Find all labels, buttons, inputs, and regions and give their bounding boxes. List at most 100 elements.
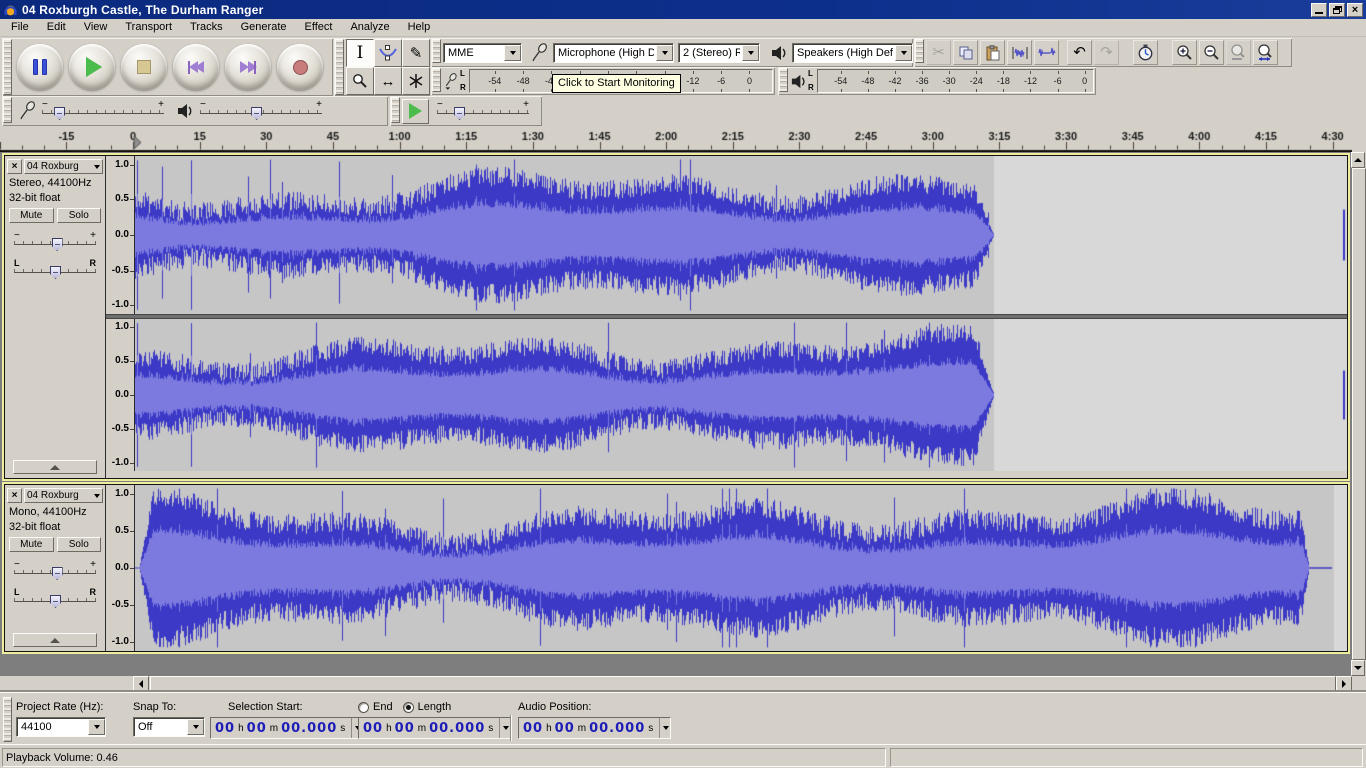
redo-button[interactable]: ↷: [1094, 40, 1119, 65]
mute-button[interactable]: Mute: [9, 208, 54, 223]
play-speed-slider[interactable]: −+: [437, 100, 529, 122]
dropdown-icon[interactable]: [656, 45, 673, 61]
minimize-button[interactable]: [1311, 3, 1327, 17]
horizontal-scroll-thumb[interactable]: [150, 676, 1336, 692]
track-gain-thumb[interactable]: [52, 238, 63, 251]
vertical-scrollbar[interactable]: [1352, 152, 1366, 676]
menu-help[interactable]: Help: [399, 19, 440, 36]
horizontal-scrollbar[interactable]: [0, 676, 1366, 692]
device-toolbar-grabber[interactable]: [432, 39, 441, 63]
waveform-mono[interactable]: [135, 485, 1347, 651]
track-gain-thumb[interactable]: [52, 567, 63, 580]
cut-button[interactable]: ✂: [926, 40, 951, 65]
time-format-dropdown[interactable]: [499, 718, 509, 738]
skip-end-button[interactable]: [225, 44, 271, 90]
scroll-right-button[interactable]: [1336, 676, 1352, 692]
playback-meter-grabber[interactable]: [779, 68, 788, 92]
scroll-down-button[interactable]: [1351, 660, 1365, 676]
track-collapse-button[interactable]: [13, 633, 97, 647]
track-collapse-button[interactable]: [13, 460, 97, 474]
recording-volume-slider[interactable]: −+: [42, 100, 164, 122]
selection-tool-button[interactable]: I: [346, 39, 374, 67]
play-button[interactable]: [69, 44, 115, 90]
solo-button[interactable]: Solo: [57, 208, 102, 223]
multi-tool-button[interactable]: [402, 67, 430, 95]
record-button[interactable]: [277, 44, 323, 90]
timer-button[interactable]: [1133, 40, 1158, 65]
solo-button[interactable]: Solo: [57, 537, 102, 552]
mixer-toolbar-grabber[interactable]: [3, 97, 12, 123]
track-pan-thumb[interactable]: [50, 595, 61, 608]
timeline-ruler[interactable]: [0, 127, 1352, 152]
zoom-selection-button[interactable]: [1226, 40, 1251, 65]
paste-button[interactable]: [980, 40, 1005, 65]
waveform-stereo-right[interactable]: [135, 319, 1347, 471]
track-close-button[interactable]: ×: [7, 488, 22, 503]
selection-start-field[interactable]: 00h00m00.000s: [210, 717, 363, 739]
waveform-stereo-left[interactable]: [135, 156, 1347, 314]
undo-button[interactable]: ↶: [1067, 40, 1092, 65]
track-gain-slider[interactable]: −+: [14, 231, 96, 253]
transcription-toolbar-grabber[interactable]: [391, 97, 400, 123]
recording-volume-thumb[interactable]: [54, 107, 65, 120]
time-format-dropdown[interactable]: [659, 718, 669, 738]
end-radio[interactable]: [358, 702, 369, 713]
draw-tool-button[interactable]: ✎: [402, 39, 430, 67]
dropdown-icon[interactable]: [895, 45, 912, 61]
scroll-up-button[interactable]: [1351, 152, 1365, 168]
playback-meter[interactable]: -54-48-42-36-30-24-18-12-60: [817, 69, 1094, 93]
recording-channels-select[interactable]: 2 (Stereo) Rе: [678, 43, 760, 63]
dropdown-icon[interactable]: [742, 45, 759, 61]
playback-volume-thumb[interactable]: [251, 107, 262, 120]
track-title-menu[interactable]: 04 Roxburg: [24, 488, 103, 503]
menu-tracks[interactable]: Tracks: [181, 19, 232, 36]
mute-button[interactable]: Mute: [9, 537, 54, 552]
track-title-menu[interactable]: 04 Roxburg: [24, 159, 103, 174]
menu-file[interactable]: File: [2, 19, 38, 36]
menu-generate[interactable]: Generate: [232, 19, 296, 36]
menu-effect[interactable]: Effect: [296, 19, 342, 36]
project-rate-select[interactable]: 44100: [16, 717, 106, 737]
menu-transport[interactable]: Transport: [116, 19, 181, 36]
copy-button[interactable]: [953, 40, 978, 65]
track-gain-slider[interactable]: −+: [14, 560, 96, 582]
skip-start-button[interactable]: [173, 44, 219, 90]
dropdown-icon[interactable]: [504, 45, 521, 61]
track-pan-slider[interactable]: LR: [14, 588, 96, 610]
play-speed-thumb[interactable]: [454, 107, 465, 120]
tools-toolbar-grabber[interactable]: [335, 39, 344, 95]
dropdown-icon[interactable]: [88, 719, 105, 735]
timeshift-tool-button[interactable]: ↔: [374, 67, 402, 95]
dropdown-icon[interactable]: [187, 719, 204, 735]
zoom-tool-button[interactable]: [346, 67, 374, 95]
menu-analyze[interactable]: Analyze: [341, 19, 398, 36]
selection-toolbar-grabber[interactable]: [3, 697, 12, 742]
playback-device-select[interactable]: Speakers (High Defini: [792, 43, 913, 63]
pause-button[interactable]: [17, 44, 63, 90]
track-pan-thumb[interactable]: [50, 266, 61, 279]
play-at-speed-button[interactable]: [402, 99, 429, 124]
zoom-fit-button[interactable]: [1253, 40, 1278, 65]
silence-button[interactable]: [1034, 40, 1059, 65]
zoom-out-button[interactable]: [1199, 40, 1224, 65]
transport-toolbar-grabber[interactable]: [3, 39, 12, 95]
vertical-scroll-thumb[interactable]: [1352, 168, 1366, 660]
recording-device-select[interactable]: Microphone (High Def: [553, 43, 674, 63]
audio-host-select[interactable]: MME: [443, 43, 522, 63]
zoom-in-button[interactable]: [1172, 40, 1197, 65]
track-pan-slider[interactable]: LR: [14, 259, 96, 281]
envelope-tool-button[interactable]: [374, 39, 402, 67]
stop-button[interactable]: [121, 44, 167, 90]
recording-meter-grabber[interactable]: [432, 68, 441, 92]
selection-length-field[interactable]: 00h00m00.000s: [358, 717, 511, 739]
trim-button[interactable]: [1007, 40, 1032, 65]
track-close-button[interactable]: ×: [7, 159, 22, 174]
edit-toolbar-grabber[interactable]: [915, 39, 924, 63]
menu-view[interactable]: View: [75, 19, 117, 36]
close-button[interactable]: ×: [1347, 3, 1363, 17]
audio-position-field[interactable]: 00h00m00.000s: [518, 717, 671, 739]
length-radio[interactable]: [403, 702, 414, 713]
playback-volume-slider[interactable]: −+: [200, 100, 322, 122]
snap-to-select[interactable]: Off: [133, 717, 205, 737]
restore-button[interactable]: [1329, 3, 1345, 17]
